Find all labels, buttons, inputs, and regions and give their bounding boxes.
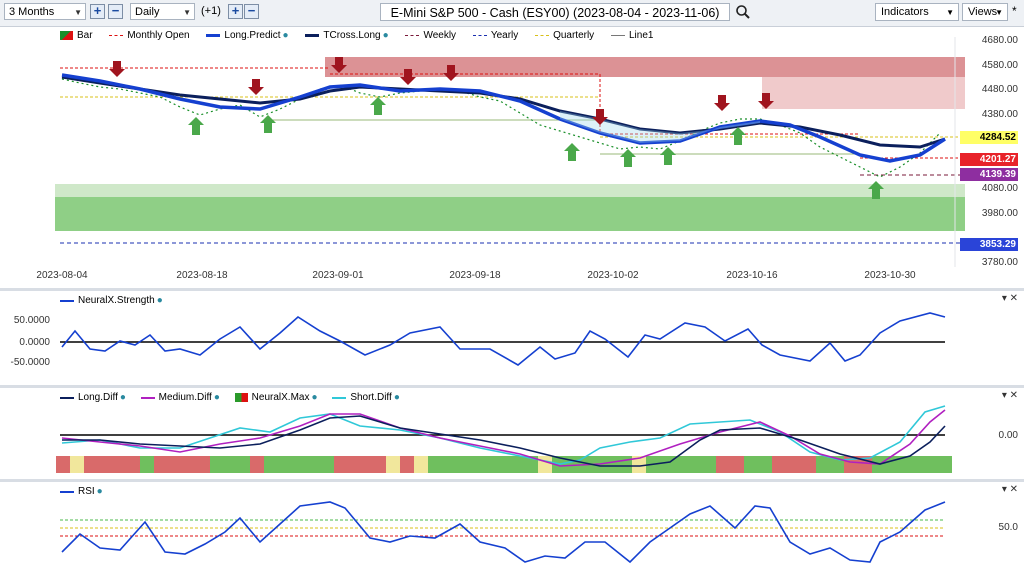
settings-dot-icon[interactable]: ●: [394, 392, 400, 403]
settings-dot-icon[interactable]: ●: [214, 392, 220, 403]
neuralx-strength-line: [61, 312, 946, 366]
price-tick: 4080.00: [981, 183, 1018, 194]
legend-weekly: Weekly: [405, 30, 456, 41]
date-tick: 2023-08-18: [176, 270, 228, 281]
strength-tick: 50.0000: [13, 315, 50, 326]
period-value: 3 Months: [9, 6, 55, 18]
offset-plus-button[interactable]: +: [228, 4, 243, 19]
support-zone-light: [55, 184, 965, 197]
price-tick: 4480.00: [981, 84, 1018, 95]
diff-legend: Long.Diff ● Medium.Diff ● NeuralX.Max ● Sho…: [60, 392, 400, 403]
date-tick: 2023-08-04: [36, 270, 88, 281]
pane-controls[interactable]: ▾ ✕: [1002, 293, 1018, 304]
symbol-title[interactable]: E-Mini S&P 500 - Cash (ESY00) (2023-08-0…: [380, 3, 730, 21]
price-tag-quarterly: 4284.52: [960, 131, 1018, 144]
legend-yearly: Yearly: [472, 30, 518, 41]
pane-controls[interactable]: ▾ ✕: [1002, 484, 1018, 495]
interval-value: Daily: [135, 6, 160, 18]
rsi-line: [61, 501, 946, 564]
diff-tick: 0.00: [998, 430, 1018, 441]
date-tick: 2023-09-01: [312, 270, 364, 281]
pane-controls[interactable]: ▾ ✕: [1002, 390, 1018, 401]
diff-pane[interactable]: Long.Diff ● Medium.Diff ● NeuralX.Max ● Sho…: [0, 388, 1024, 480]
rsi-legend: RSI ●: [60, 486, 103, 497]
rsi-chart: [60, 501, 946, 564]
buy-signal-markers: [188, 97, 884, 199]
max-swatch-icon: [234, 393, 248, 402]
asterisk-marker: *: [1012, 4, 1017, 18]
date-tick: 2023-10-30: [864, 270, 916, 281]
price-pane[interactable]: Bar Monthly Open Long.Predict ● TCross.Lo…: [0, 27, 1024, 290]
chevron-down-icon: ▼: [183, 8, 191, 17]
chevron-down-icon: ▼: [995, 8, 1003, 17]
price-tick: 4380.00: [981, 109, 1018, 120]
price-tick: 4580.00: [981, 60, 1018, 71]
settings-dot-icon[interactable]: ●: [383, 30, 389, 41]
rsi-pane[interactable]: RSI ● 50.0 ▾ ✕: [0, 482, 1024, 578]
settings-dot-icon[interactable]: ●: [311, 392, 317, 403]
price-tag-yearly: 3853.29: [960, 238, 1018, 251]
price-tag-weekly: 4139.39: [960, 168, 1018, 181]
zoom-in-button[interactable]: +: [90, 4, 105, 19]
period-dropdown[interactable]: 3 Months ▼: [4, 3, 86, 20]
legend-long-predict: Long.Predict ●: [206, 30, 289, 41]
indicators-label: Indicators: [881, 6, 929, 18]
views-button[interactable]: Views ▼: [962, 3, 1008, 21]
price-tag-monthly: 4201.27: [960, 153, 1018, 166]
toolbar: 3 Months ▼ + − Daily ▼ (+1) + − E-Mini S…: [0, 0, 1024, 27]
price-legend: Bar Monthly Open Long.Predict ● TCross.Lo…: [60, 30, 653, 41]
settings-dot-icon[interactable]: ●: [97, 486, 103, 497]
indicators-button[interactable]: Indicators ▼: [875, 3, 959, 21]
views-label: Views: [968, 6, 998, 18]
offset-label: (+1): [201, 5, 221, 17]
date-tick: 2023-10-02: [587, 270, 639, 281]
bar-swatch-icon: [60, 31, 73, 40]
date-tick: 2023-10-16: [726, 270, 778, 281]
strength-tick: 0.0000: [19, 337, 50, 348]
rsi-tick: 50.0: [998, 522, 1018, 533]
interval-dropdown[interactable]: Daily ▼: [130, 3, 195, 20]
neuralx-max-strip: [56, 456, 952, 473]
legend-quarterly: Quarterly: [535, 30, 594, 41]
strength-tick: -50.0000: [10, 357, 50, 368]
legend-tcross-long: TCross.Long ●: [305, 30, 389, 41]
strength-legend: NeuralX.Strength ●: [60, 295, 163, 306]
price-tick: 3780.00: [981, 257, 1018, 268]
legend-monthly-open: Monthly Open: [109, 30, 190, 41]
search-icon[interactable]: [735, 3, 751, 21]
settings-dot-icon[interactable]: ●: [157, 295, 163, 306]
settings-dot-icon[interactable]: ●: [120, 392, 126, 403]
legend-line1: Line1: [610, 30, 653, 41]
settings-dot-icon[interactable]: ●: [283, 30, 289, 41]
strength-pane[interactable]: NeuralX.Strength ● 50.0000 0.0000 -50.000…: [0, 291, 1024, 386]
support-zone: [55, 197, 965, 231]
chevron-down-icon: ▼: [946, 8, 954, 17]
price-chart: [55, 37, 965, 267]
price-tick: 4680.00: [981, 35, 1018, 46]
offset-minus-button[interactable]: −: [244, 4, 259, 19]
zoom-out-button[interactable]: −: [108, 4, 123, 19]
legend-bar: Bar: [60, 30, 93, 41]
price-tick: 3980.00: [981, 208, 1018, 219]
resistance-zone-lower: [762, 77, 965, 109]
chevron-down-icon: ▼: [74, 8, 82, 17]
date-tick: 2023-09-18: [449, 270, 501, 281]
